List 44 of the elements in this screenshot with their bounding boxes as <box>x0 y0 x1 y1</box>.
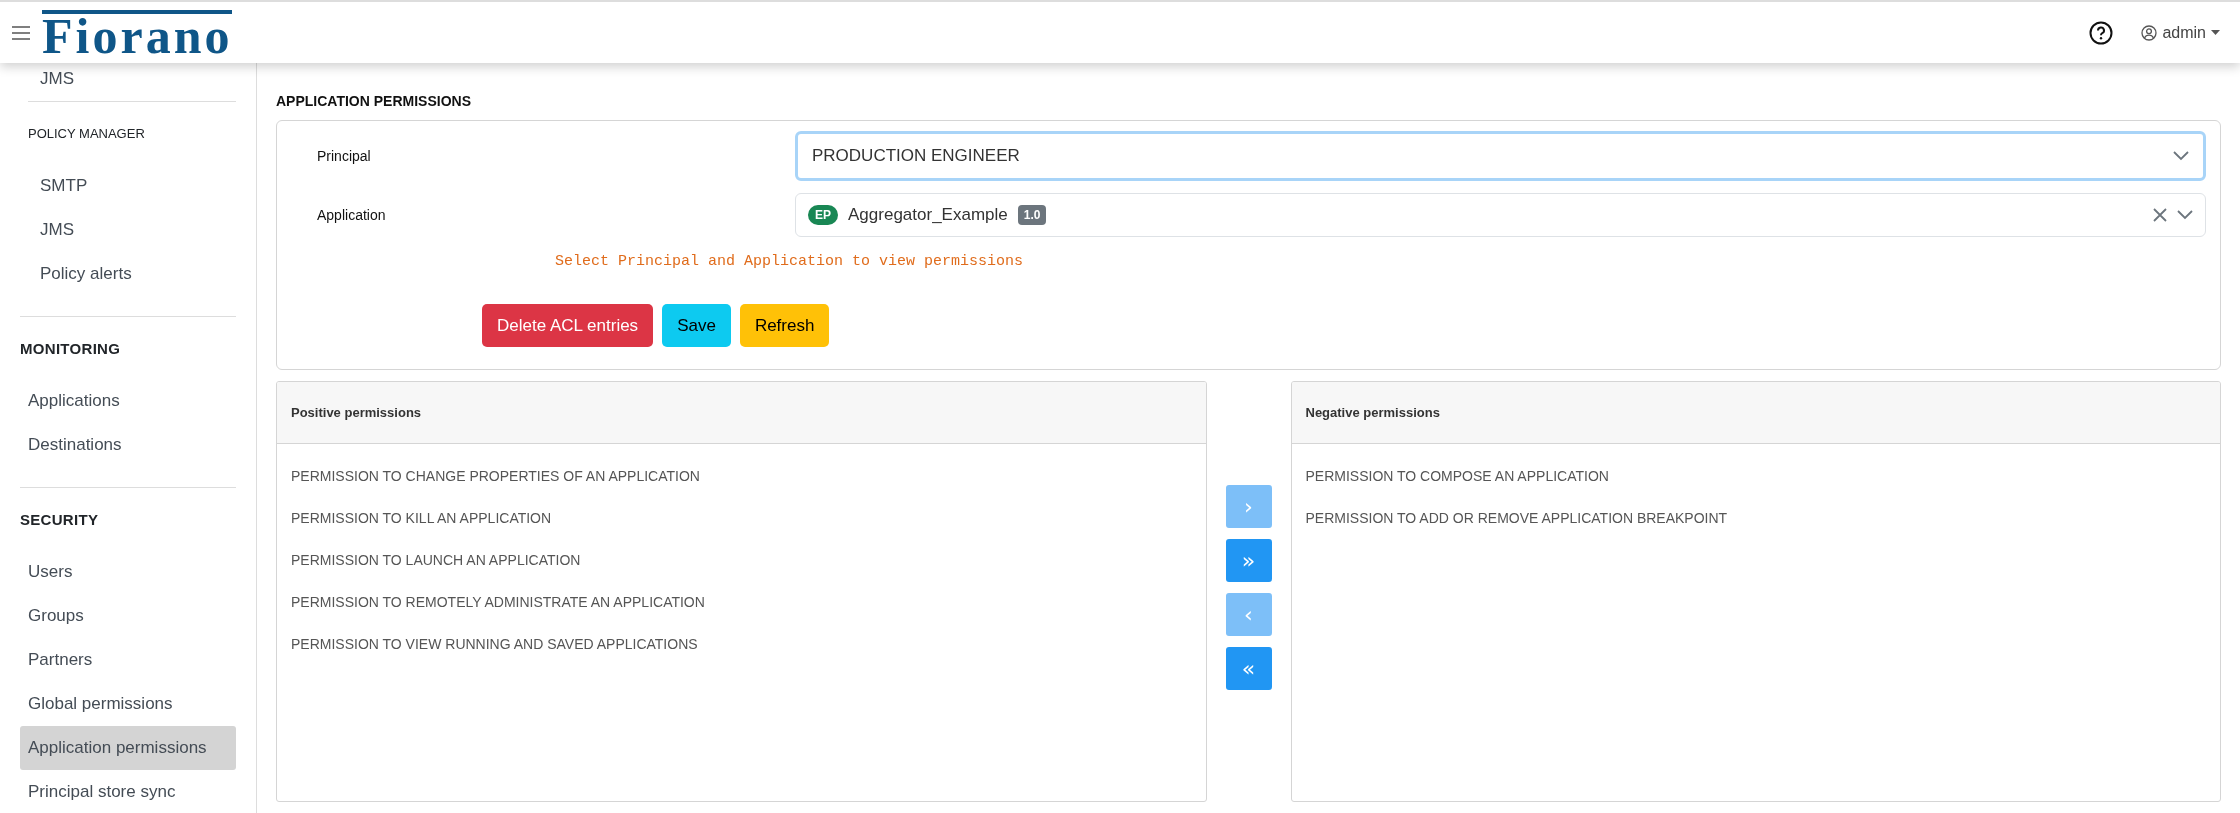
permission-item[interactable]: PERMISSION TO ADD OR REMOVE APPLICATION BREAKPOINT <box>1291 497 2220 539</box>
permission-item[interactable]: PERMISSION TO KILL AN APPLICATION <box>277 497 1206 539</box>
sidebar-item[interactable]: Policy alerts <box>28 252 236 296</box>
panel-header: Negative permissions <box>1291 382 2220 444</box>
sidebar-item[interactable]: Partners <box>20 638 236 682</box>
user-menu[interactable]: admin <box>2141 23 2220 42</box>
sidebar-item[interactable]: Users <box>20 550 236 594</box>
sidebar-heading: MONITORING <box>20 338 122 359</box>
sidebar-item[interactable]: Groups <box>20 594 236 638</box>
chevron-down-icon[interactable] <box>2177 210 2193 220</box>
panel-header: Positive permissions <box>277 382 1206 444</box>
sidebar-item[interactable]: Application permissions <box>20 726 236 770</box>
logo: Fiorano <box>42 9 233 56</box>
sidebar-item[interactable]: Global permissions <box>20 682 236 726</box>
user-icon <box>2141 24 2158 41</box>
hint-message: Select Principal and Application to view permissions <box>555 252 1025 272</box>
permission-item[interactable]: PERMISSION TO REMOTELY ADMINISTRATE AN APPLICATION <box>277 581 1206 623</box>
permission-item[interactable]: PERMISSION TO COMPOSE AN APPLICATION <box>1291 455 2220 497</box>
permission-item[interactable]: PERMISSION TO VIEW RUNNING AND SAVED APPLICATIONS <box>277 623 1206 665</box>
refresh-button[interactable]: Refresh <box>739 304 830 347</box>
menu-icon[interactable] <box>12 25 30 40</box>
page-title: APPLICATION PERMISSIONS <box>276 92 472 111</box>
clear-icon[interactable] <box>2153 208 2167 222</box>
sidebar-heading: SECURITY <box>20 509 100 530</box>
application-select[interactable]: EP Aggregator_Example 1.0 <box>795 193 2206 237</box>
sidebar-item[interactable]: JMS <box>28 63 236 101</box>
sidebar-item[interactable]: Applications <box>20 379 236 423</box>
save-button[interactable]: Save <box>662 304 731 347</box>
sidebar-heading: POLICY MANAGER <box>28 124 146 143</box>
caret-icon <box>2211 30 2220 35</box>
principal-select[interactable]: PRODUCTION ENGINEER <box>795 131 2206 181</box>
permission-item[interactable]: PERMISSION TO CHANGE PROPERTIES OF AN APPLICATION <box>277 455 1206 497</box>
sidebar-item[interactable]: Destinations <box>20 423 236 467</box>
field-label: Application <box>316 207 387 223</box>
permission-item[interactable]: PERMISSION TO LAUNCH AN APPLICATION <box>277 539 1206 581</box>
help-icon[interactable] <box>2089 20 2114 45</box>
sidebar-item[interactable]: SMTP <box>28 164 236 208</box>
delete-button[interactable]: Delete ACL entries <box>482 304 654 347</box>
version-badge: 1.0 <box>1017 205 1047 225</box>
chevron-down-icon[interactable] <box>2173 151 2189 161</box>
sidebar-item[interactable]: JMS <box>28 208 236 252</box>
type-badge: EP <box>808 205 838 225</box>
field-label: Principal <box>316 148 372 164</box>
sidebar-item[interactable]: Principal store sync <box>20 770 236 813</box>
